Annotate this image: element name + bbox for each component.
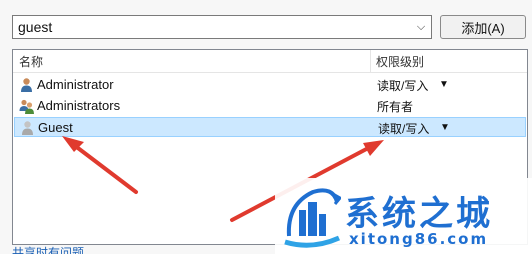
list-item-selected[interactable]: Guest 读取/写入 ▼ xyxy=(14,117,526,137)
city-logo-icon xyxy=(284,188,341,248)
permission-dropdown-icon[interactable]: ▼ xyxy=(440,122,450,133)
list-header: 名称 权限级别 xyxy=(13,50,527,73)
watermark-title: 系统之城 xyxy=(345,194,493,234)
permission-level[interactable]: 读取/写入 xyxy=(377,77,428,94)
user-name-input[interactable] xyxy=(13,17,411,37)
list-item[interactable]: Administrator 读取/写入 ▼ xyxy=(14,75,526,95)
share-permissions-panel: ⌵ 添加(A) 名称 权限级别 Administrator 读取/写入 ▼ xyxy=(0,0,532,254)
list-item-name: Guest xyxy=(38,120,73,135)
column-divider[interactable] xyxy=(370,50,371,72)
permission-dropdown-icon[interactable]: ▼ xyxy=(439,79,449,90)
list-item-name: Administrators xyxy=(37,98,121,113)
permission-level: 所有者 xyxy=(377,100,414,114)
list-item[interactable]: Administrators 所有者 xyxy=(14,96,526,116)
share-help-link[interactable]: 共享时有问题 xyxy=(12,244,84,254)
column-header-permission[interactable]: 权限级别 xyxy=(376,53,424,70)
user-combo-box[interactable]: ⌵ xyxy=(12,15,432,39)
guest-user-icon xyxy=(22,121,33,135)
user-icon xyxy=(21,78,32,92)
site-watermark: 系统之城 xitong86.com xyxy=(275,178,532,254)
add-button[interactable]: 添加(A) xyxy=(440,15,526,39)
watermark-url: xitong86.com xyxy=(349,230,489,248)
user-group-icon xyxy=(19,99,34,114)
chevron-down-icon[interactable]: ⌵ xyxy=(411,16,431,38)
permission-level[interactable]: 读取/写入 xyxy=(378,120,429,137)
column-header-name[interactable]: 名称 xyxy=(19,53,43,70)
list-item-name: Administrator xyxy=(37,77,114,92)
